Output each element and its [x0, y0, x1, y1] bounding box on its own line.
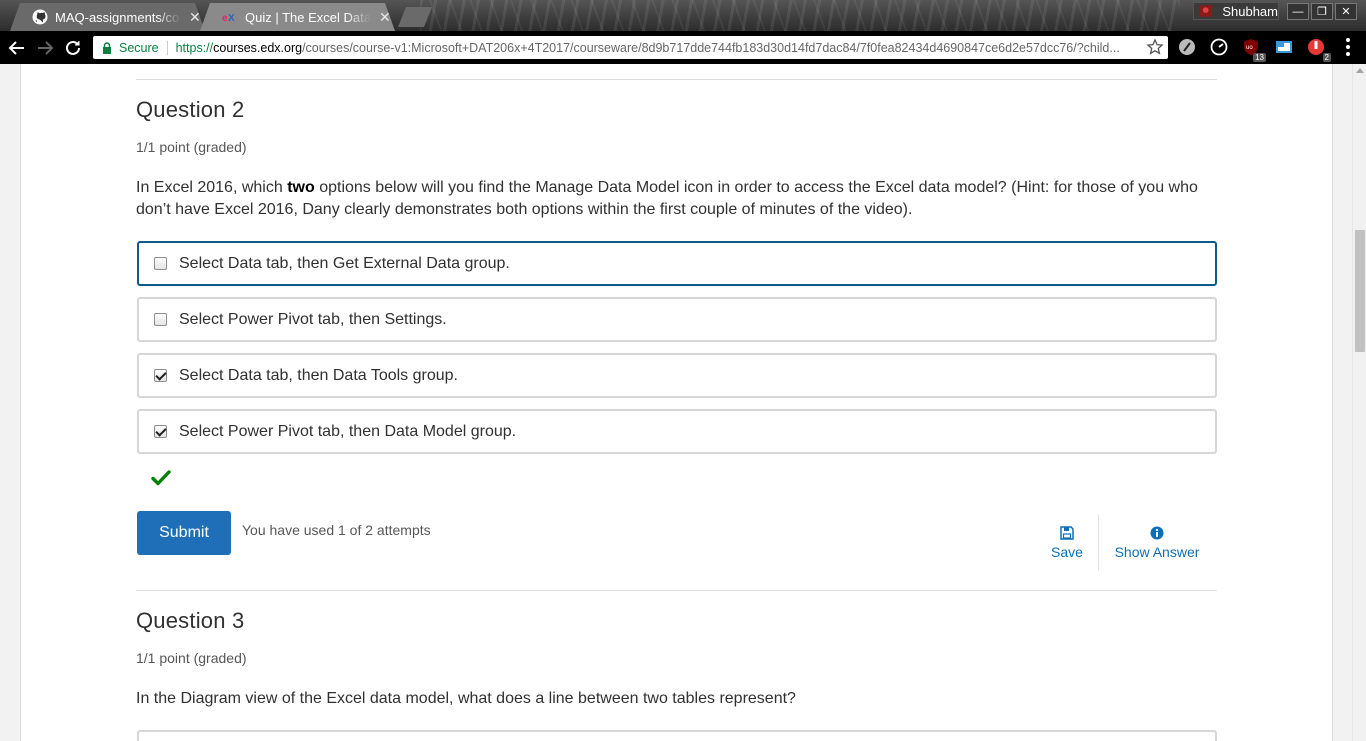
tab-title: MAQ-assignments/co [55, 9, 181, 25]
choice-option-4[interactable]: Select Power Pivot tab, then Data Model … [137, 409, 1217, 454]
window-controls: — ❐ ✕ [1287, 3, 1357, 20]
tab-github[interactable]: MAQ-assignments/co ✕ [10, 3, 205, 31]
edx-icon: e X [222, 13, 235, 24]
close-window-icon[interactable]: ✕ [1335, 3, 1357, 20]
shield-badge: 2 [1322, 53, 1331, 62]
question-text-part: In Excel 2016, which [136, 179, 288, 196]
speed-dial-icon[interactable] [1210, 38, 1228, 56]
lock-icon [103, 41, 111, 54]
section-divider [136, 590, 1217, 591]
choice-checkbox[interactable] [154, 313, 167, 326]
choice-label: Select Data tab, then Data Tools group. [179, 366, 458, 384]
forward-arrow-icon[interactable] [34, 37, 56, 59]
tab-close-icon[interactable]: ✕ [189, 9, 201, 26]
scroll-up-icon[interactable] [1356, 68, 1364, 73]
choice-option-3[interactable]: Select Data tab, then Data Tools group. [137, 353, 1217, 398]
question-3-text: In the Diagram view of the Excel data mo… [136, 690, 796, 707]
tab-title: Quiz | The Excel Data [245, 9, 371, 25]
save-label: Save [1051, 544, 1083, 560]
scrollbar-thumb[interactable] [1355, 230, 1365, 352]
tab-close-icon[interactable]: ✕ [379, 9, 391, 26]
show-answer-label: Show Answer [1114, 544, 1200, 560]
choice-option-1[interactable]: Select Data tab, then Get External Data … [137, 241, 1217, 286]
section-divider [136, 79, 1217, 80]
course-content [20, 64, 1333, 741]
floppy-disk-icon [1060, 526, 1074, 540]
ublock-extension[interactable]: uo 13 [1242, 38, 1266, 62]
choice-checkbox[interactable] [154, 369, 167, 382]
cast-icon[interactable] [1275, 38, 1293, 56]
question-3-points: 1/1 point (graded) [136, 650, 247, 666]
url-separator [166, 40, 168, 55]
reload-icon[interactable] [62, 37, 84, 59]
tab-quiz[interactable]: e X Quiz | The Excel Data ✕ [200, 3, 395, 31]
choice-checkbox[interactable] [154, 425, 167, 438]
question-2-title: Question 2 [136, 97, 245, 122]
info-icon [1150, 526, 1164, 540]
page-scrollbar[interactable] [1352, 64, 1366, 741]
svg-text:uo: uo [1246, 45, 1253, 51]
shield-extension[interactable]: 2 [1307, 38, 1331, 62]
svg-text:X: X [228, 13, 235, 24]
ghostery-icon[interactable] [1178, 38, 1196, 56]
submit-button[interactable]: Submit [137, 511, 231, 555]
new-tab-button[interactable] [398, 7, 432, 27]
choice-option-partial[interactable] [137, 730, 1217, 741]
question-2-points: 1/1 point (graded) [136, 139, 247, 155]
choice-label: Select Power Pivot tab, then Settings. [179, 310, 447, 328]
profile-button[interactable]: Shubham [1193, 2, 1279, 20]
secure-label: Secure [119, 40, 159, 55]
github-icon [32, 9, 48, 25]
restore-icon[interactable]: ❐ [1311, 3, 1333, 20]
correct-checkmark-icon [151, 470, 171, 486]
page-viewport [0, 64, 1352, 741]
tab-strip: MAQ-assignments/co ✕ e X Quiz | The Exce… [0, 0, 1366, 31]
choice-label: Select Power Pivot tab, then Data Model … [179, 422, 517, 440]
choice-checkbox[interactable] [154, 257, 167, 270]
minimize-icon[interactable]: — [1287, 3, 1309, 20]
menu-kebab-icon[interactable] [1346, 38, 1350, 56]
choice-option-2[interactable]: Select Power Pivot tab, then Settings. [137, 297, 1217, 342]
ublock-badge: 13 [1253, 53, 1266, 62]
choice-label: Select Data tab, then Get External Data … [179, 254, 510, 272]
question-2-text: In Excel 2016, which two options below w… [136, 177, 1218, 221]
back-arrow-icon[interactable] [6, 37, 28, 59]
profile-name: Shubham [1222, 3, 1278, 19]
bookmark-star-icon[interactable] [1146, 38, 1164, 56]
attempts-text: You have used 1 of 2 attempts [242, 522, 431, 538]
address-bar[interactable]: Secure https://courses.edx.org/courses/c… [93, 36, 1168, 59]
user-icon [1199, 5, 1213, 17]
url-path: /courses/course-v1:Microsoft+DAT206x+4T2… [302, 40, 1120, 55]
question-text-emphasis: two [287, 179, 315, 196]
show-answer-button[interactable]: Show Answer [1110, 526, 1204, 560]
question-3-title: Question 3 [136, 608, 245, 633]
url-host: courses.edx.org [213, 40, 303, 55]
url-scheme: https:// [175, 40, 214, 55]
action-separator [1098, 514, 1099, 570]
save-button[interactable]: Save [1046, 526, 1088, 560]
